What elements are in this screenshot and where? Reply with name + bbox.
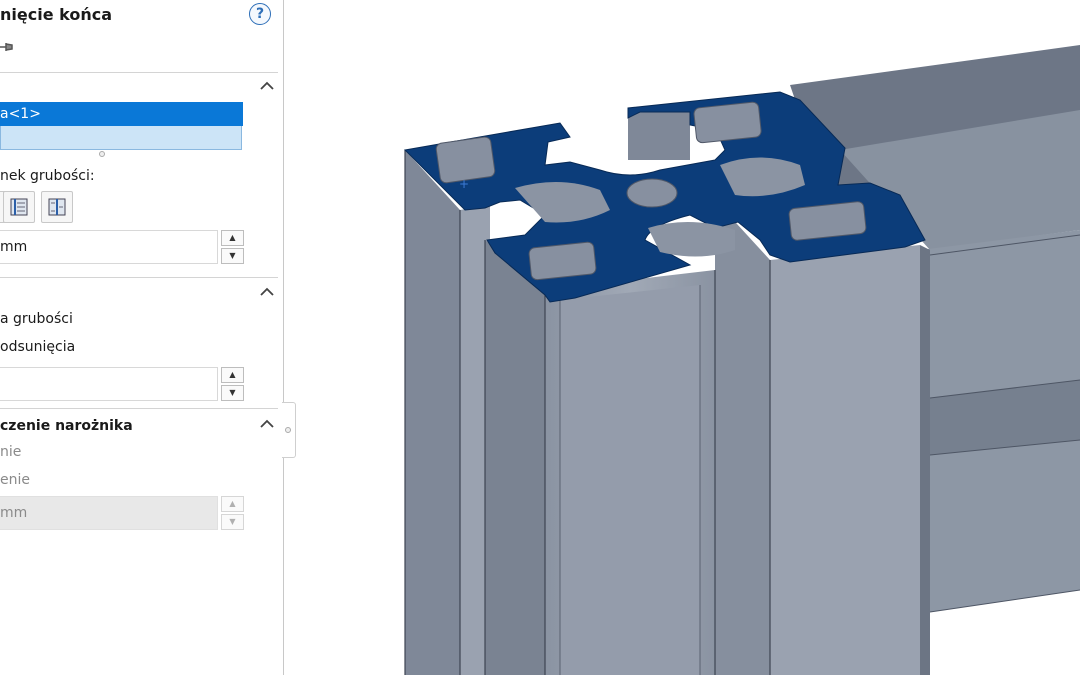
offset-option-offset[interactable]: odsunięcia (0, 339, 75, 355)
section-divider (0, 408, 278, 409)
thickness-spinner[interactable]: ▲ ▼ (221, 230, 244, 264)
corner-value-input[interactable]: mm (0, 496, 218, 530)
help-icon[interactable]: ? (249, 3, 271, 25)
section-divider (0, 72, 278, 73)
chevron-up-icon[interactable] (258, 80, 276, 92)
panel-collapse-handle[interactable] (282, 402, 296, 458)
resize-handle[interactable] (99, 151, 105, 157)
direction-option-2-button[interactable] (3, 191, 35, 223)
offset-input[interactable] (0, 367, 218, 401)
chevron-up-icon[interactable] (258, 286, 276, 298)
thickness-direction-label: nek grubości: (0, 168, 95, 184)
corner-section-header[interactable]: czenie narożnika (0, 418, 133, 434)
corner-option-1[interactable]: nie (0, 444, 21, 460)
thicken-side-icon (10, 198, 28, 216)
spin-up-icon[interactable]: ▲ (221, 496, 244, 512)
spin-down-icon[interactable]: ▼ (221, 514, 244, 530)
pin-icon[interactable] (0, 40, 14, 54)
chevron-up-icon[interactable] (258, 418, 276, 430)
selection-list-empty-row[interactable] (0, 126, 242, 150)
3d-viewport[interactable]: + (300, 0, 1080, 675)
property-manager-panel: nięcie końca ? a<1> nek grubości: mm ▲ ▼ (0, 0, 284, 675)
direction-option-3-button[interactable] (41, 191, 73, 223)
grip-dot (285, 427, 291, 433)
panel-title: nięcie końca (0, 5, 112, 24)
corner-option-2[interactable]: enie (0, 472, 30, 488)
spin-up-icon[interactable]: ▲ (221, 367, 244, 383)
spin-down-icon[interactable]: ▼ (221, 385, 244, 401)
spin-down-icon[interactable]: ▼ (221, 248, 244, 264)
corner-spinner[interactable]: ▲ ▼ (221, 496, 244, 530)
thicken-inside-icon (48, 198, 66, 216)
offset-option-thickness[interactable]: a grubości (0, 311, 73, 327)
thickness-input[interactable]: mm (0, 230, 218, 264)
selection-list-item[interactable]: a<1> (0, 102, 243, 126)
section-divider (0, 277, 278, 278)
offset-spinner[interactable]: ▲ ▼ (221, 367, 244, 401)
origin-marker-icon: + (459, 177, 469, 191)
spin-up-icon[interactable]: ▲ (221, 230, 244, 246)
